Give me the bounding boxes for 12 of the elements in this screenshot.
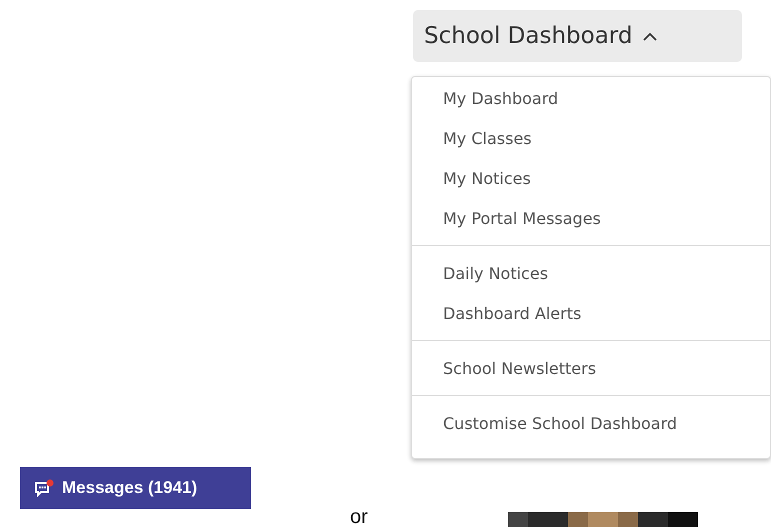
menu-item[interactable]: Dashboard Alerts bbox=[412, 304, 770, 324]
menu-item[interactable]: My Portal Messages bbox=[412, 209, 770, 229]
menu-item[interactable]: Daily Notices bbox=[412, 264, 770, 284]
caret-icon bbox=[642, 31, 658, 41]
menu-item[interactable]: School Newsletters bbox=[412, 359, 770, 379]
menu-item[interactable]: My Dashboard bbox=[412, 89, 770, 109]
dashboard-dropdown[interactable]: School Dashboard bbox=[413, 10, 742, 62]
menu-item[interactable]: My Notices bbox=[412, 169, 770, 189]
menu-item[interactable]: Customise School Dashboard bbox=[412, 414, 770, 434]
messages-button[interactable]: Messages (1941) bbox=[20, 467, 251, 509]
menu-item[interactable]: My Classes bbox=[412, 129, 770, 149]
or-text: or bbox=[350, 507, 368, 527]
